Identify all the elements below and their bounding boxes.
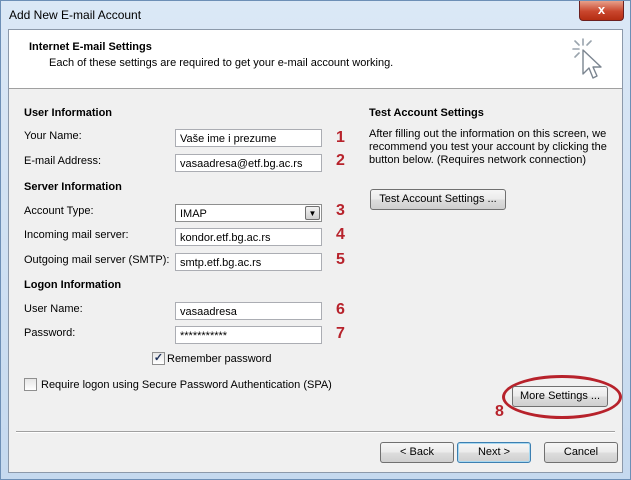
header-panel: Internet E-mail Settings Each of these s… — [9, 30, 622, 89]
mouse-cursor-click-icon — [572, 38, 602, 79]
footer-divider — [16, 431, 615, 433]
test-account-settings-button[interactable]: Test Account Settings ... — [370, 189, 506, 210]
incoming-server-input[interactable]: kondor.etf.bg.ac.rs — [175, 228, 322, 246]
account-type-label: Account Type: — [24, 205, 94, 217]
next-button[interactable]: Next > — [457, 442, 531, 463]
annotation-7: 7 — [336, 325, 345, 342]
user-name-label: User Name: — [24, 303, 83, 315]
more-settings-button[interactable]: More Settings ... — [512, 386, 608, 407]
incoming-server-label: Incoming mail server: — [24, 229, 129, 241]
close-button[interactable]: x — [579, 1, 624, 21]
account-type-value: IMAP — [180, 208, 207, 220]
cancel-button[interactable]: Cancel — [544, 442, 618, 463]
header-title: Internet E-mail Settings — [29, 41, 152, 53]
account-type-select[interactable]: IMAP ▼ — [175, 204, 322, 222]
email-address-input[interactable]: vasaadresa@etf.bg.ac.rs — [175, 154, 322, 172]
user-info-heading: User Information — [24, 107, 113, 119]
annotation-8: 8 — [495, 403, 504, 420]
your-name-label: Your Name: — [24, 130, 82, 142]
email-address-label: E-mail Address: — [24, 155, 102, 167]
annotation-1: 1 — [336, 129, 345, 146]
annotation-5: 5 — [336, 251, 345, 268]
your-name-input[interactable]: Vaše ime i prezume — [175, 129, 322, 147]
annotation-2: 2 — [336, 152, 345, 169]
header-subtitle: Each of these settings are required to g… — [49, 57, 394, 69]
test-account-heading: Test Account Settings — [369, 107, 484, 119]
dialog-window: Add New E-mail Account x Internet E-mail… — [0, 0, 631, 480]
remember-password-label: Remember password — [167, 353, 272, 365]
remember-password-checkbox[interactable]: ✓ — [152, 352, 165, 365]
require-spa-label: Require logon using Secure Password Auth… — [41, 379, 332, 391]
user-name-input[interactable]: vasaadresa — [175, 302, 322, 320]
dialog-body: Internet E-mail Settings Each of these s… — [8, 29, 623, 473]
logon-info-heading: Logon Information — [24, 279, 122, 291]
outgoing-server-input[interactable]: smtp.etf.bg.ac.rs — [175, 253, 322, 271]
window-title: Add New E-mail Account — [9, 8, 142, 22]
title-bar: Add New E-mail Account x — [1, 1, 630, 29]
password-input[interactable]: *********** — [175, 326, 322, 344]
test-account-description: After filling out the information on thi… — [369, 128, 607, 166]
chevron-down-icon[interactable]: ▼ — [305, 206, 320, 220]
annotation-4: 4 — [336, 226, 345, 243]
outgoing-server-label: Outgoing mail server (SMTP): — [24, 254, 170, 266]
server-info-heading: Server Information — [24, 181, 122, 193]
back-button[interactable]: < Back — [380, 442, 454, 463]
require-spa-checkbox[interactable] — [24, 378, 37, 391]
annotation-3: 3 — [336, 202, 345, 219]
password-label: Password: — [24, 327, 76, 339]
annotation-6: 6 — [336, 301, 345, 318]
